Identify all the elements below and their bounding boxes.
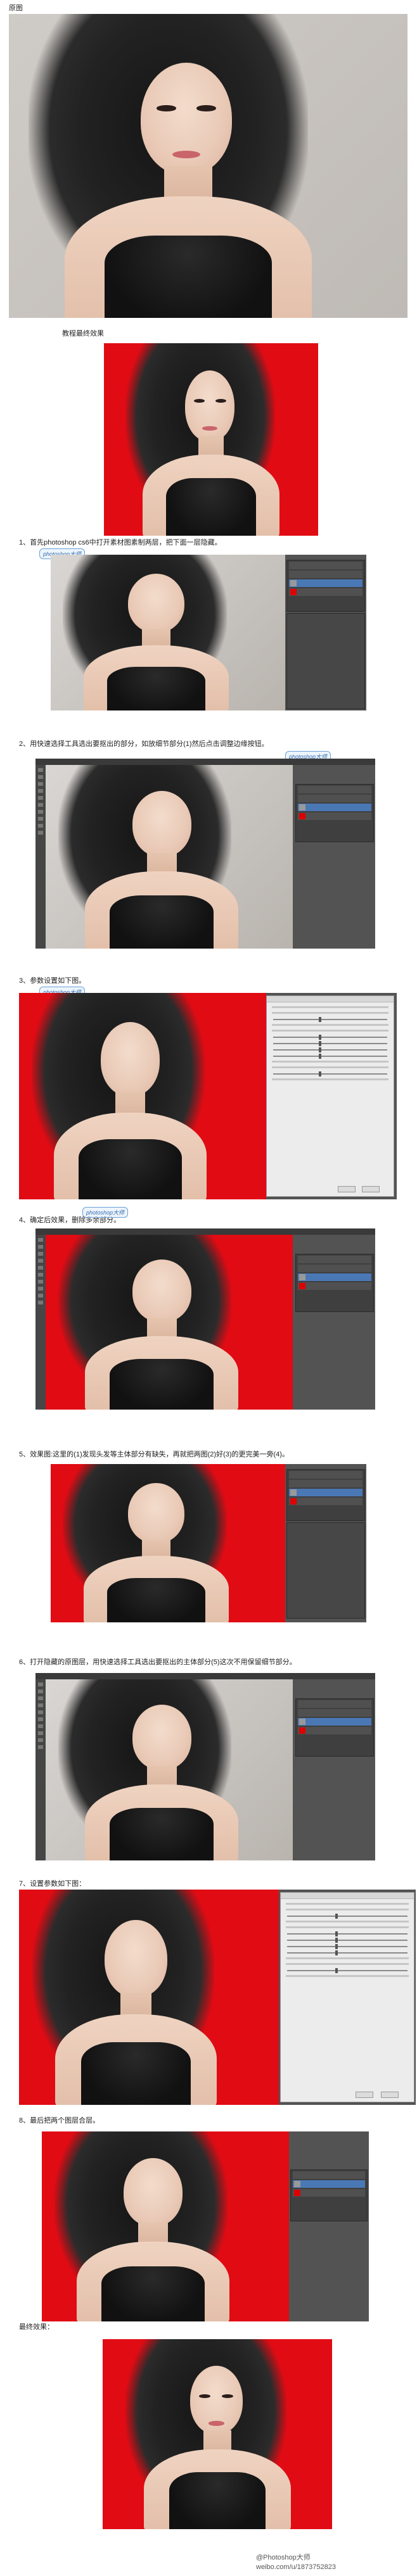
final-photo (103, 2339, 332, 2529)
footer-brand: @Photoshop大师 (256, 2554, 311, 2561)
ps-window-step-2 (35, 759, 375, 949)
ps-window-step-3 (19, 993, 397, 1199)
step-number: 2、 (19, 740, 30, 748)
ps-window-step-7 (19, 1890, 416, 2105)
step-2-caption: 2、用快速选择工具选出要抠出的部分，如放细节部分(1)然后点击调整边缘按钮。 (19, 740, 269, 748)
refine-edge-dialog (266, 995, 394, 1197)
step-text: 打开隐藏的原图层，用快速选择工具选出要抠出的主体部分(5)这次不用保留细节部分。 (30, 1658, 297, 1666)
step-number: 6、 (19, 1658, 30, 1666)
footer-url: weibo.com/u/1873752823 (256, 2563, 336, 2571)
step-3-caption: 3、参数设置如下图。 (19, 976, 86, 985)
cancel-button[interactable] (362, 1186, 380, 1192)
step-text: 参数设置如下图。 (30, 977, 86, 985)
step-5-caption: 5、效果图:这里的(1)发现头发等主体部分有缺失，再就把两图(2)好(3)的更完… (19, 1450, 289, 1459)
preview-photo (104, 343, 318, 536)
layers-panel (286, 560, 365, 612)
ps-window-step-8 (42, 2131, 369, 2321)
ps-window-step-1 (51, 555, 366, 710)
step-number: 7、 (19, 1880, 30, 1888)
ps-window-step-5 (51, 1464, 366, 1622)
step-text: 首先photoshop cs6中打开素材图素制两层，把下面一层隐藏。 (30, 539, 222, 546)
step-number: 3、 (19, 977, 30, 985)
ok-button[interactable] (338, 1186, 356, 1192)
cancel-button[interactable] (381, 2092, 399, 2098)
step-text: 效果图:这里的(1)发现头发等主体部分有缺失，再就把两图(2)好(3)的更完美一… (30, 1451, 289, 1458)
step-7-caption: 7、设置参数如下图： (19, 1879, 86, 1888)
label-final: 最终效果： (19, 2323, 54, 2331)
step-8-caption: 8、最后把两个图层合层。 (19, 2116, 99, 2125)
watermark-badge: photoshop大师 (82, 1207, 129, 1218)
step-text: 设置参数如下图： (30, 1880, 86, 1888)
step-1-caption: 1、首先photoshop cs6中打开素材图素制两层，把下面一层隐藏。 (19, 538, 222, 547)
refine-edge-dialog (280, 1892, 414, 2102)
step-text: 用快速选择工具选出要抠出的部分，如放细节部分(1)然后点击调整边缘按钮。 (30, 740, 269, 748)
ps-window-step-6 (35, 1673, 375, 1860)
step-number: 4、 (19, 1216, 30, 1224)
step-text: 最后把两个图层合层。 (30, 2117, 100, 2125)
ps-window-step-4 (35, 1228, 375, 1410)
label-preview: 教程最终效果 (62, 330, 104, 338)
step-number: 8、 (19, 2117, 30, 2125)
original-photo (9, 14, 407, 318)
step-number: 1、 (19, 539, 30, 546)
label-original: 原图 (9, 4, 23, 12)
step-6-caption: 6、打开隐藏的原图层，用快速选择工具选出要抠出的主体部分(5)这次不用保留细节部… (19, 1658, 297, 1667)
step-number: 5、 (19, 1451, 30, 1458)
ok-button[interactable] (356, 2092, 373, 2098)
